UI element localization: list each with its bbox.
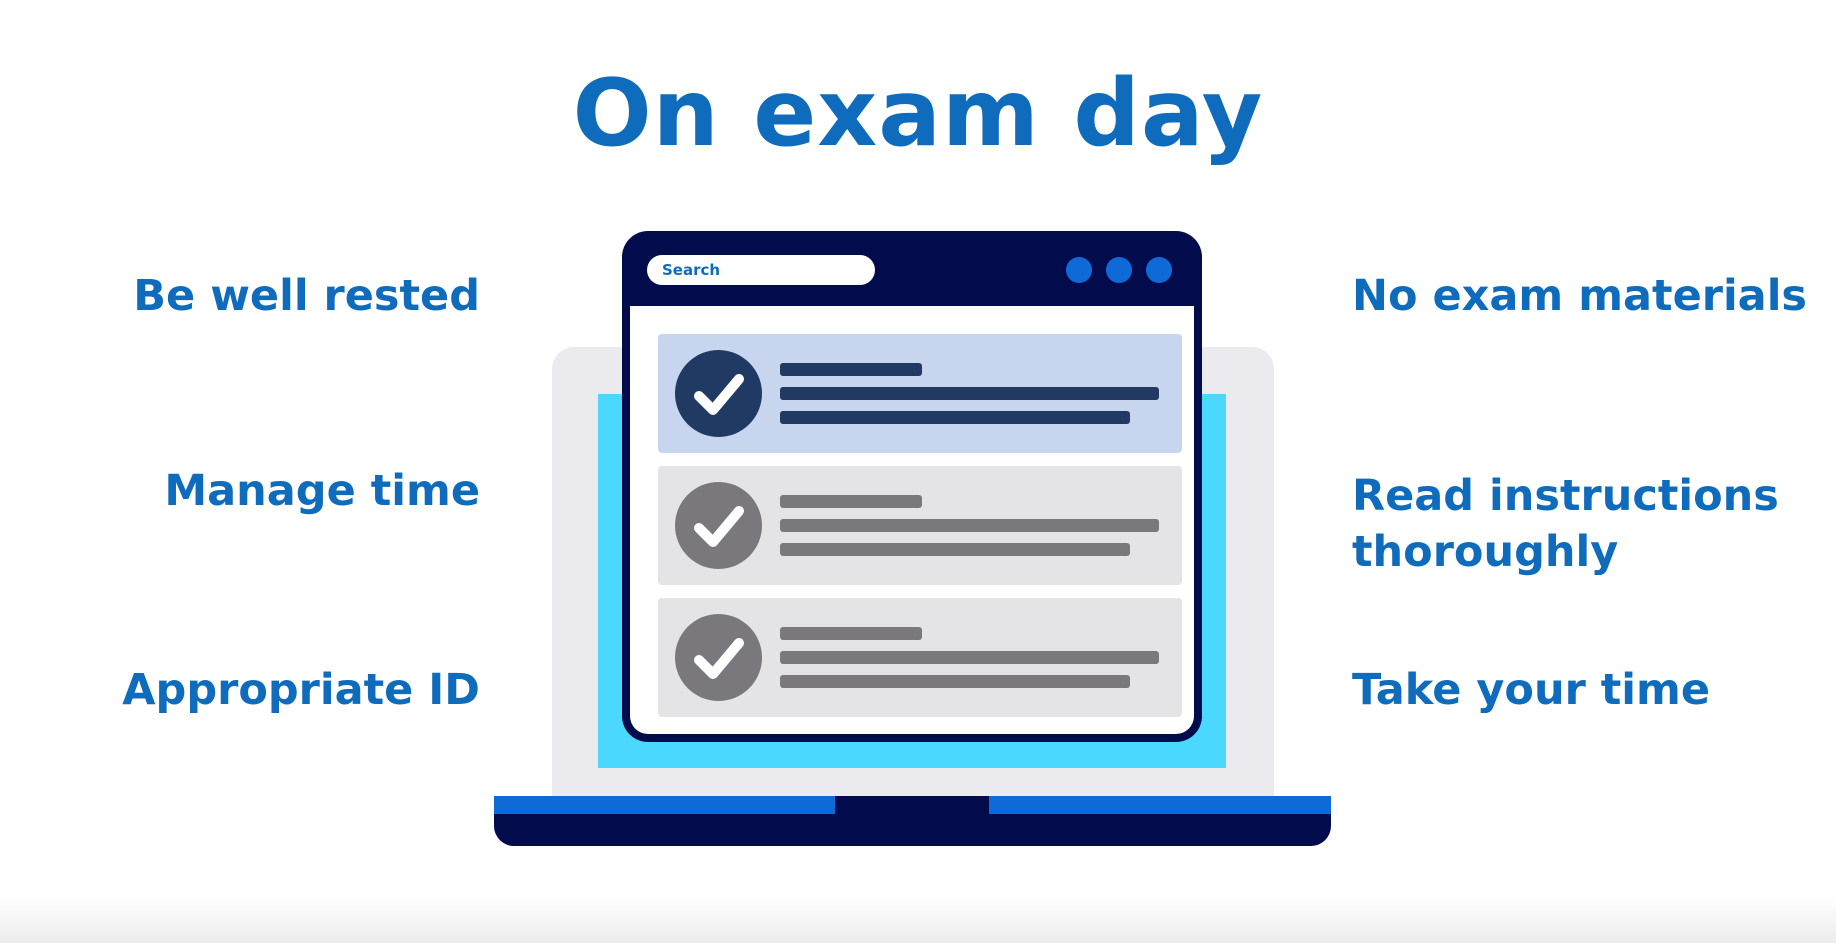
text-line-placeholder (780, 519, 1159, 532)
window-dot-icon (1146, 257, 1172, 283)
text-line-placeholder (780, 411, 1130, 424)
checklist-card (658, 466, 1182, 585)
tip-read-instructions: Read instructions thoroughly (1352, 468, 1812, 580)
window-dot-icon (1066, 257, 1092, 283)
checklist-card (658, 334, 1182, 453)
checkmark-icon (675, 482, 762, 569)
window-dot-icon (1106, 257, 1132, 283)
tip-no-exam-materials: No exam materials (1352, 271, 1808, 321)
text-line-placeholder (780, 651, 1159, 664)
tip-take-your-time: Take your time (1352, 665, 1711, 715)
laptop-notch (835, 796, 989, 814)
tip-read-instructions-line2: thoroughly (1352, 527, 1619, 577)
browser-window: Search (622, 231, 1202, 742)
tip-be-well-rested: Be well rested (133, 271, 480, 321)
tip-appropriate-id: Appropriate ID (122, 665, 480, 715)
search-bar: Search (647, 255, 875, 285)
text-line-placeholder (780, 387, 1159, 400)
tip-manage-time: Manage time (164, 466, 480, 516)
text-line-placeholder (780, 675, 1130, 688)
tip-read-instructions-line1: Read instructions (1352, 471, 1779, 521)
window-body (630, 306, 1194, 734)
checklist-card (658, 598, 1182, 717)
text-line-placeholder (780, 363, 922, 376)
page-title: On exam day (572, 59, 1264, 167)
text-line-placeholder (780, 543, 1130, 556)
text-line-placeholder (780, 627, 922, 640)
text-line-placeholder (780, 495, 922, 508)
checkmark-icon (675, 350, 762, 437)
checkmark-icon (675, 614, 762, 701)
